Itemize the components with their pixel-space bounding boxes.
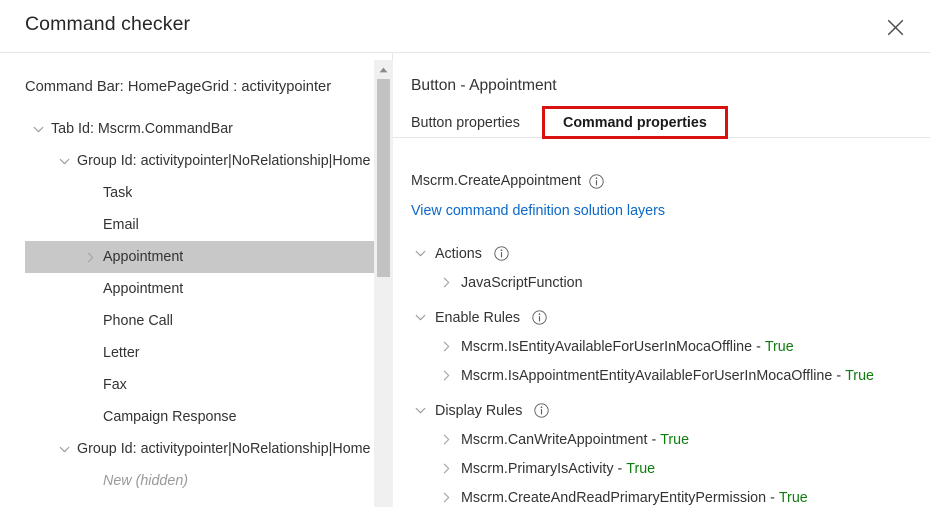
- left-tree-scrollbar[interactable]: [374, 60, 393, 507]
- scrollbar-up-button[interactable]: [374, 60, 393, 77]
- rule-item-value: True: [845, 367, 874, 384]
- tree-row-label: Phone Call: [103, 313, 173, 329]
- tree-row[interactable]: Fax: [25, 369, 374, 401]
- chevron-right-icon[interactable]: [433, 433, 459, 446]
- tree-row-label: Letter: [103, 345, 140, 361]
- rule-item-name: Mscrm.PrimaryIsActivity: [461, 460, 614, 477]
- chevron-right-icon[interactable]: [433, 491, 459, 504]
- button-details-heading: Button - Appointment: [411, 77, 557, 94]
- rule-item-value: True: [778, 489, 808, 506]
- tree-row-label: Group Id: activitypointer|NoRelationship…: [77, 441, 371, 457]
- tree-row-label: Email: [103, 217, 139, 233]
- chevron-right-icon[interactable]: [433, 276, 459, 289]
- rule-section-header[interactable]: Enable Rules: [407, 303, 547, 332]
- info-icon[interactable]: [534, 403, 550, 418]
- rule-item-separator: -: [836, 367, 842, 384]
- command-name-row: Mscrm.CreateAppointment: [411, 173, 604, 189]
- command-bar-tree-panel: Command Bar: HomePageGrid : activitypoin…: [0, 53, 393, 507]
- tree-row[interactable]: Tab Id: Mscrm.CommandBar: [25, 113, 374, 145]
- tree-row-label: Task: [103, 185, 133, 201]
- tree-row-label: Campaign Response: [103, 409, 237, 425]
- chevron-down-icon[interactable]: [25, 123, 51, 136]
- info-icon[interactable]: [494, 246, 509, 261]
- rule-item[interactable]: Mscrm.CanWriteAppointment - True: [433, 425, 689, 454]
- rule-section-header[interactable]: Display Rules: [407, 396, 550, 425]
- chevron-down-icon[interactable]: [407, 311, 433, 324]
- tree-row[interactable]: Email: [25, 209, 374, 241]
- dialog-header: Command checker: [0, 0, 930, 53]
- rule-item-name: Mscrm.IsAppointmentEntityAvailableForUse…: [461, 367, 833, 384]
- tab-command-properties[interactable]: Command properties: [542, 106, 728, 139]
- command-bar-heading: Command Bar: HomePageGrid : activitypoin…: [25, 79, 332, 95]
- chevron-right-icon[interactable]: [77, 251, 103, 264]
- tree-row-label: Group Id: activitypointer|NoRelationship…: [77, 153, 371, 169]
- rule-item-name: Mscrm.CanWriteAppointment: [461, 431, 648, 448]
- properties-tabstrip: Button properties Command properties: [393, 106, 930, 139]
- rule-item-name: Mscrm.IsEntityAvailableForUserInMocaOffl…: [461, 338, 753, 355]
- rule-item[interactable]: Mscrm.CreateAndReadPrimaryEntityPermissi…: [433, 483, 808, 507]
- close-icon: [887, 19, 904, 36]
- rule-item[interactable]: Mscrm.PrimaryIsActivity - True: [433, 454, 655, 483]
- tree-row[interactable]: Group Id: activitypointer|NoRelationship…: [25, 145, 374, 177]
- rule-item-name: JavaScriptFunction: [461, 274, 583, 291]
- rule-section-title: Display Rules: [435, 402, 523, 419]
- chevron-right-icon[interactable]: [433, 369, 459, 382]
- chevron-down-icon[interactable]: [51, 443, 77, 456]
- command-checker-dialog: Command checker Command Bar: HomePageGri…: [0, 0, 930, 507]
- close-button[interactable]: [877, 9, 913, 45]
- chevron-down-icon[interactable]: [51, 155, 77, 168]
- rule-item[interactable]: Mscrm.IsEntityAvailableForUserInMocaOffl…: [433, 332, 794, 361]
- scrollbar-thumb[interactable]: [377, 79, 390, 277]
- chevron-down-icon[interactable]: [407, 247, 433, 260]
- command-bar-tree: Tab Id: Mscrm.CommandBar Group Id: activi…: [0, 113, 374, 507]
- rule-item[interactable]: JavaScriptFunction: [433, 268, 583, 297]
- rule-item-value: True: [626, 460, 656, 477]
- rule-section-header[interactable]: Actions: [407, 239, 509, 268]
- tree-row-label: Appointment: [103, 249, 184, 265]
- chevron-right-icon[interactable]: [433, 340, 459, 353]
- command-name-label: Mscrm.CreateAppointment: [411, 173, 582, 189]
- tree-row[interactable]: Task: [25, 177, 374, 209]
- page-title: Command checker: [25, 13, 191, 35]
- tree-row[interactable]: Appointment: [25, 273, 374, 305]
- rule-item-separator: -: [770, 489, 775, 506]
- tree-row[interactable]: New (hidden): [25, 465, 374, 497]
- info-icon[interactable]: [532, 310, 547, 325]
- info-icon[interactable]: [589, 173, 604, 189]
- rule-item-separator: -: [651, 431, 657, 448]
- caret-up-icon: [379, 60, 388, 78]
- rule-item-separator: -: [617, 460, 623, 477]
- button-details-panel: Button - Appointment Button properties C…: [393, 53, 930, 507]
- rule-item-value: True: [660, 431, 690, 448]
- rule-item[interactable]: Mscrm.IsAppointmentEntityAvailableForUse…: [433, 361, 874, 390]
- rule-item-separator: -: [756, 338, 761, 355]
- rule-section-title: Enable Rules: [435, 309, 521, 326]
- view-solution-layers-link[interactable]: View command definition solution layers: [411, 203, 665, 219]
- tree-row[interactable]: Letter: [25, 337, 374, 369]
- tree-row-label: Fax: [103, 377, 127, 393]
- tree-row-label: Appointment: [103, 281, 184, 297]
- tab-button-properties[interactable]: Button properties: [411, 107, 520, 138]
- rule-section-title: Actions: [435, 245, 482, 262]
- chevron-down-icon[interactable]: [407, 404, 433, 417]
- rule-item-value: True: [764, 338, 794, 355]
- tree-row[interactable]: Appointment: [25, 241, 374, 273]
- rule-item-name: Mscrm.CreateAndReadPrimaryEntityPermissi…: [461, 489, 767, 506]
- tree-row[interactable]: Campaign Response: [25, 401, 374, 433]
- chevron-right-icon[interactable]: [433, 462, 459, 475]
- tree-row[interactable]: Group Id: activitypointer|NoRelationship…: [25, 433, 374, 465]
- tree-row-label: New (hidden): [103, 473, 189, 489]
- tree-row-label: Tab Id: Mscrm.CommandBar: [51, 121, 233, 137]
- tree-row[interactable]: Phone Call: [25, 305, 374, 337]
